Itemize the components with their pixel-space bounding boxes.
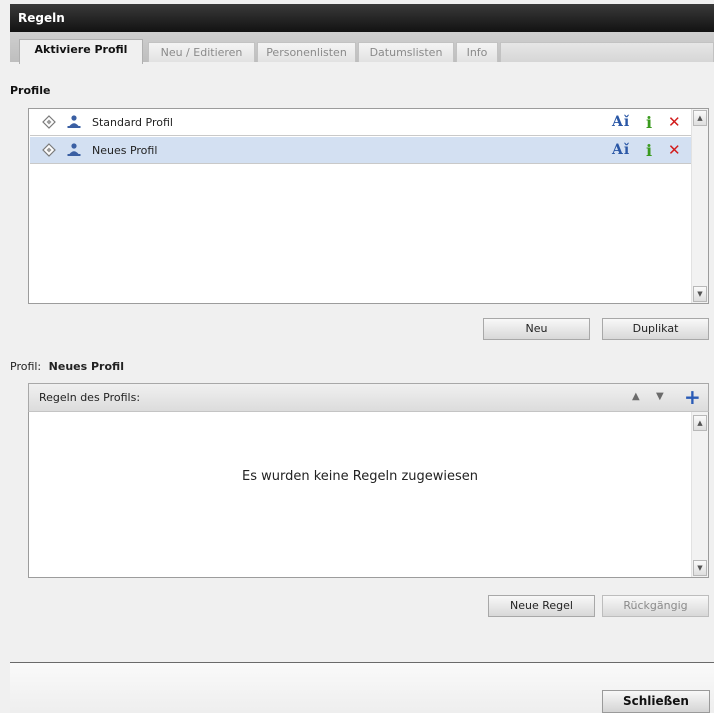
- rules-header: Regeln des Profils: ▲ ▼ +: [28, 383, 709, 412]
- new-profile-button[interactable]: Neu: [483, 318, 590, 340]
- tab-datumslisten[interactable]: Datumslisten: [358, 42, 454, 62]
- profile-list-scrollbar[interactable]: ▲ ▼: [691, 109, 708, 303]
- profile-name-value: Neues Profil: [48, 360, 124, 373]
- info-icon[interactable]: i: [646, 113, 652, 132]
- tab-bar: Aktiviere Profil Neu / Editieren Persone…: [10, 32, 714, 66]
- close-button[interactable]: Schließen: [602, 690, 710, 713]
- window-title: Regeln: [10, 4, 714, 32]
- rules-list[interactable]: Es wurden keine Regeln zugewiesen ▲ ▼: [28, 412, 709, 578]
- scroll-down-icon[interactable]: ▼: [693, 286, 707, 302]
- undo-button[interactable]: Rückgängig: [602, 595, 709, 617]
- scroll-up-icon[interactable]: ▲: [693, 110, 707, 126]
- scroll-up-icon[interactable]: ▲: [693, 415, 707, 431]
- move-up-icon[interactable]: ▲: [632, 391, 640, 402]
- tab-personenlisten[interactable]: Personenlisten: [257, 42, 356, 62]
- profile-row[interactable]: Neues Profil Aǐ i ✕: [30, 137, 691, 164]
- rename-icon[interactable]: Aǐ: [612, 142, 630, 158]
- move-down-icon[interactable]: ▼: [656, 391, 664, 402]
- delete-icon[interactable]: ✕: [668, 113, 681, 131]
- duplicate-profile-button[interactable]: Duplikat: [602, 318, 709, 340]
- tab-info[interactable]: Info: [456, 42, 498, 62]
- add-rule-icon[interactable]: +: [684, 385, 701, 409]
- tab-aktiviere-profil[interactable]: Aktiviere Profil: [19, 39, 143, 64]
- profile-list[interactable]: Standard Profil Aǐ i ✕ Neues Profil Aǐ i…: [28, 108, 709, 304]
- person-icon: [67, 115, 81, 128]
- tab-filler: [500, 42, 714, 62]
- diamond-icon: [42, 115, 56, 129]
- scroll-down-icon[interactable]: ▼: [693, 560, 707, 576]
- profiles-heading: Profile: [10, 84, 51, 97]
- profile-name: Standard Profil: [92, 116, 173, 129]
- empty-rules-message: Es wurden keine Regeln zugewiesen: [241, 469, 479, 484]
- profile-detail-label: Profil: Neues Profil: [10, 360, 124, 373]
- info-icon[interactable]: i: [646, 141, 652, 160]
- tab-neu-editieren[interactable]: Neu / Editieren: [148, 42, 255, 62]
- profile-row[interactable]: Standard Profil Aǐ i ✕: [30, 109, 691, 136]
- rules-header-label: Regeln des Profils:: [39, 391, 141, 404]
- diamond-icon: [42, 143, 56, 157]
- profile-name: Neues Profil: [92, 144, 158, 157]
- rename-icon[interactable]: Aǐ: [612, 114, 630, 130]
- delete-icon[interactable]: ✕: [668, 141, 681, 159]
- profile-label: Profil:: [10, 360, 42, 373]
- rules-list-scrollbar[interactable]: ▲ ▼: [691, 412, 708, 577]
- new-rule-button[interactable]: Neue Regel: [488, 595, 595, 617]
- person-icon: [67, 143, 81, 156]
